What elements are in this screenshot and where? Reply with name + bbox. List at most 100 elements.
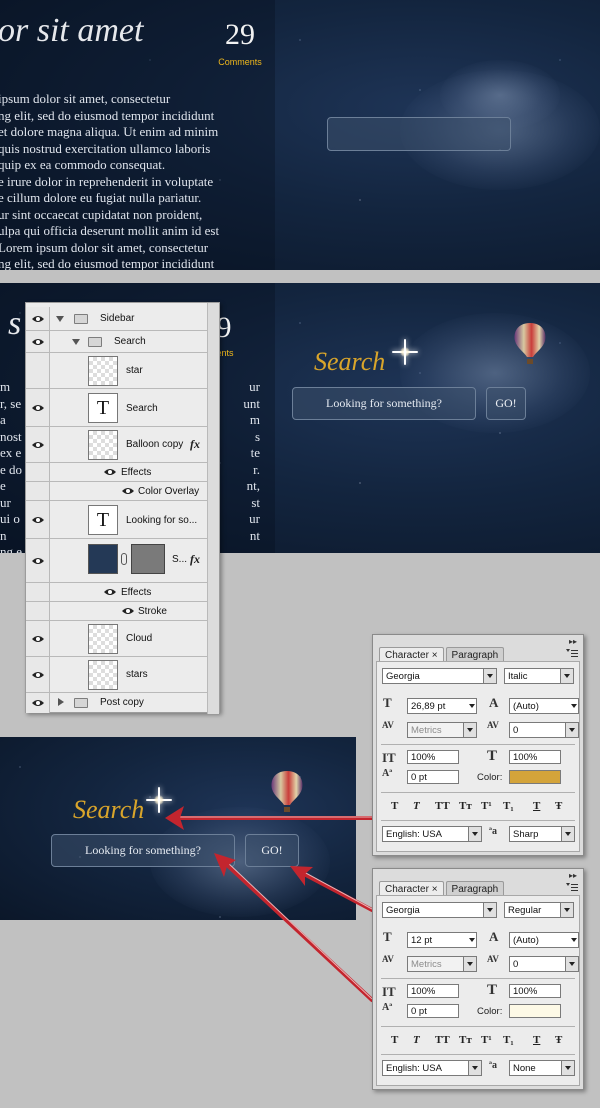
dropdown-arrow-icon[interactable] <box>560 669 573 683</box>
subscript-button[interactable]: T₁ <box>503 1034 514 1046</box>
tab-close-icon[interactable]: × <box>432 884 438 895</box>
superscript-button[interactable]: T¹ <box>481 800 492 812</box>
character-panel: ▸▸ Character × Paragraph Georgia Regular… <box>372 868 584 1090</box>
character-panel: ▸▸ Character × Paragraph Georgia Italic … <box>372 634 584 856</box>
leading-value: (Auto) <box>513 934 539 946</box>
superscript-button[interactable]: T¹ <box>481 1034 492 1046</box>
tracking-input[interactable]: 0 <box>509 956 579 972</box>
panel-menu-icon[interactable] <box>566 649 578 657</box>
font-size-icon: T <box>383 695 392 710</box>
dropdown-arrow-icon[interactable] <box>466 699 476 713</box>
dropdown-arrow-icon[interactable] <box>483 669 496 683</box>
tracking-icon: AV <box>487 720 499 730</box>
all-caps-button[interactable]: TT <box>435 1034 450 1046</box>
font-style-select[interactable]: Regular <box>504 902 574 918</box>
faux-italic-button[interactable]: T <box>413 800 420 812</box>
underline-button[interactable]: T <box>533 1034 540 1046</box>
tab-label: Character <box>385 650 429 661</box>
vertical-scale-input[interactable]: 100% <box>407 750 459 764</box>
kerning-icon: AV <box>382 720 394 730</box>
font-size-input[interactable]: 26,89 pt <box>407 698 477 714</box>
vertical-scale-icon: IT <box>382 984 396 999</box>
panel-menu-icon[interactable] <box>566 883 578 891</box>
strikethrough-button[interactable]: Ŧ <box>555 1034 562 1046</box>
dropdown-arrow-icon[interactable] <box>565 723 578 737</box>
faux-bold-button[interactable]: T <box>391 800 398 812</box>
language-select[interactable]: English: USA <box>382 1060 482 1076</box>
collapse-panel-icon[interactable]: ▸▸ <box>569 637 577 646</box>
dropdown-arrow-icon[interactable] <box>468 827 481 841</box>
character-panel-body: Georgia Italic T 26,89 pt A (Auto) AV Me… <box>376 661 580 852</box>
dropdown-arrow-icon[interactable] <box>568 933 578 947</box>
arrow-head <box>214 853 236 877</box>
all-caps-button[interactable]: TT <box>435 800 450 812</box>
faux-italic-button[interactable]: T <box>413 1034 420 1046</box>
leading-icon: A <box>489 929 499 944</box>
baseline-shift-input[interactable]: 0 pt <box>407 770 459 784</box>
leading-icon: A <box>489 695 499 710</box>
vertical-scale-input[interactable]: 100% <box>407 984 459 998</box>
tab-label: Paragraph <box>451 884 499 895</box>
underline-button[interactable]: T <box>533 800 540 812</box>
divider <box>381 744 575 745</box>
baseline-shift-icon: Aª <box>382 1002 393 1013</box>
baseline-shift-icon: Aª <box>382 768 393 779</box>
kerning-select[interactable]: Metrics <box>407 956 477 972</box>
language-select[interactable]: English: USA <box>382 826 482 842</box>
subscript-button[interactable]: T₁ <box>503 800 514 812</box>
font-size-input[interactable]: 12 pt <box>407 932 477 948</box>
strikethrough-button[interactable]: Ŧ <box>555 800 562 812</box>
dropdown-arrow-icon[interactable] <box>463 723 476 737</box>
antialias-select[interactable]: None <box>509 1060 575 1076</box>
leading-input[interactable]: (Auto) <box>509 932 579 948</box>
dropdown-arrow-icon[interactable] <box>463 957 476 971</box>
kerning-select[interactable]: Metrics <box>407 722 477 738</box>
color-swatch[interactable] <box>509 770 561 784</box>
horizontal-scale-input[interactable]: 100% <box>509 984 561 998</box>
tab-close-icon[interactable]: × <box>432 650 438 661</box>
tab-label: Paragraph <box>451 650 499 661</box>
arrow-to-search-input <box>223 861 374 1002</box>
color-swatch[interactable] <box>509 1004 561 1018</box>
font-family-select[interactable]: Georgia <box>382 902 497 918</box>
vertical-scale-icon: IT <box>382 750 396 765</box>
font-style-value: Regular <box>508 904 542 916</box>
font-size-value: 12 pt <box>411 934 433 946</box>
tracking-value: 0 <box>513 958 519 970</box>
kerning-icon: AV <box>382 954 394 964</box>
font-size-value: 26,89 pt <box>411 700 446 712</box>
divider <box>381 1054 575 1055</box>
antialias-icon: ªa <box>489 1060 497 1071</box>
font-family-select[interactable]: Georgia <box>382 668 497 684</box>
divider <box>381 978 575 979</box>
tracking-input[interactable]: 0 <box>509 722 579 738</box>
font-family-value: Georgia <box>386 670 420 682</box>
dropdown-arrow-icon[interactable] <box>560 903 573 917</box>
dropdown-arrow-icon[interactable] <box>483 903 496 917</box>
language-value: English: USA <box>386 828 442 840</box>
collapse-panel-icon[interactable]: ▸▸ <box>569 871 577 880</box>
dropdown-arrow-icon[interactable] <box>568 699 578 713</box>
tracking-value: 0 <box>513 724 519 736</box>
faux-bold-button[interactable]: T <box>391 1034 398 1046</box>
antialias-value: None <box>513 1062 536 1074</box>
horizontal-scale-icon: T <box>487 748 498 764</box>
leading-value: (Auto) <box>513 700 539 712</box>
antialias-select[interactable]: Sharp <box>509 826 575 842</box>
small-caps-button[interactable]: Tт <box>459 800 472 812</box>
divider <box>381 792 575 793</box>
font-style-select[interactable]: Italic <box>504 668 574 684</box>
dropdown-arrow-icon[interactable] <box>565 957 578 971</box>
color-label: Color: <box>477 772 503 783</box>
dropdown-arrow-icon[interactable] <box>466 933 476 947</box>
dropdown-arrow-icon[interactable] <box>561 827 574 841</box>
small-caps-button[interactable]: Tт <box>459 1034 472 1046</box>
baseline-shift-input[interactable]: 0 pt <box>407 1004 459 1018</box>
horizontal-scale-input[interactable]: 100% <box>509 750 561 764</box>
leading-input[interactable]: (Auto) <box>509 698 579 714</box>
dropdown-arrow-icon[interactable] <box>468 1061 481 1075</box>
dropdown-arrow-icon[interactable] <box>561 1061 574 1075</box>
divider <box>381 820 575 821</box>
arrow-to-go-button <box>300 871 374 912</box>
color-label: Color: <box>477 1006 503 1017</box>
